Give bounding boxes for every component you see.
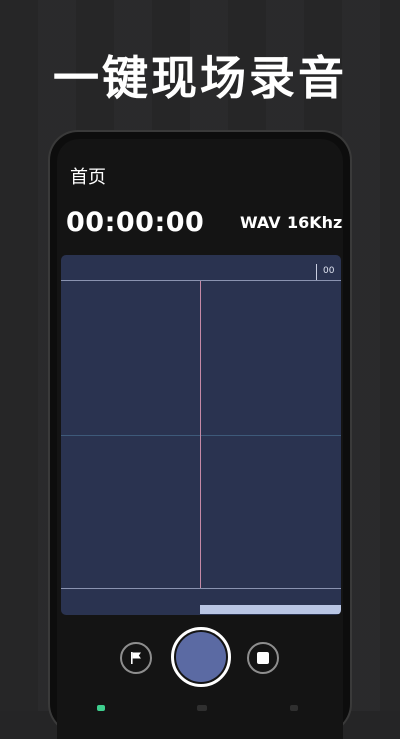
waveform-bottom-line [61, 588, 341, 589]
mark-flag-button[interactable] [120, 642, 152, 674]
time-ruler-line [61, 280, 341, 281]
tab-indicator[interactable] [197, 705, 207, 711]
time-ruler-label: 00 [323, 266, 335, 276]
record-button[interactable] [171, 627, 231, 687]
app-screen: 首页 00:00:00 WAV 16Khz 00 [57, 139, 343, 739]
page-title: 首页 [70, 167, 106, 188]
recording-timer: 00:00:00 [66, 207, 205, 238]
promo-headline: 一键现场录音 [53, 51, 347, 105]
stop-button[interactable] [247, 642, 279, 674]
flag-icon [131, 652, 141, 664]
tab-indicator-active[interactable] [97, 705, 105, 711]
waveform-panel[interactable]: 00 [61, 255, 341, 615]
audio-format-label[interactable]: WAV [240, 213, 281, 232]
waveform-baseline [61, 435, 341, 436]
stop-icon [257, 652, 269, 664]
recording-controls [57, 624, 343, 694]
record-icon [176, 632, 226, 682]
tab-indicator[interactable] [290, 705, 298, 711]
time-ruler-tick [316, 264, 317, 280]
playhead-cursor[interactable] [200, 281, 201, 589]
bottom-tab-bar [57, 705, 343, 711]
waveform-scrollbar[interactable] [200, 605, 341, 614]
sample-rate-label[interactable]: 16Khz [287, 213, 342, 232]
